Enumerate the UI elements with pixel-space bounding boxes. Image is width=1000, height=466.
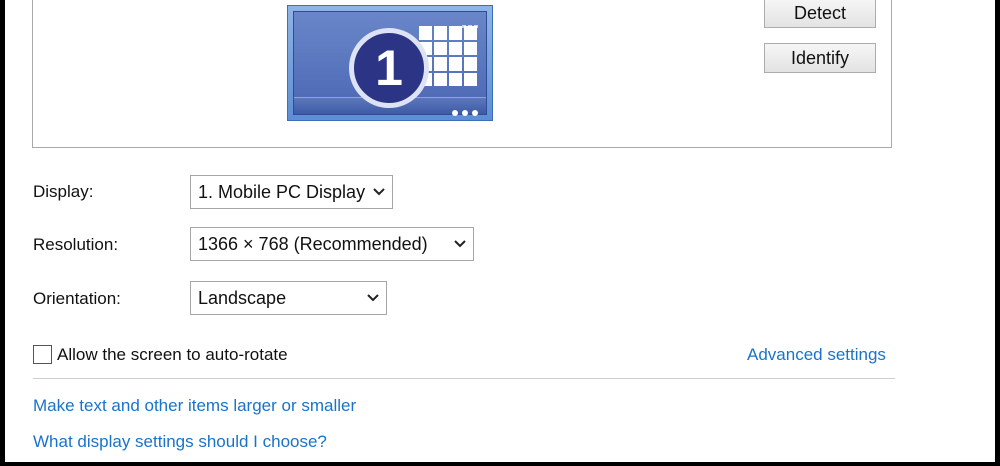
display-select[interactable]: 1. Mobile PC Display xyxy=(190,175,393,209)
display-settings-panel: 1 Detect Identify Display: 1. Mobile PC … xyxy=(5,0,995,462)
orientation-label: Orientation: xyxy=(33,289,121,308)
display-select-value: 1. Mobile PC Display xyxy=(198,182,366,202)
orientation-select[interactable]: Landscape xyxy=(190,281,387,315)
more-dots-icon xyxy=(448,103,478,121)
auto-rotate-label[interactable]: Allow the screen to auto-rotate xyxy=(57,345,288,365)
display-label: Display: xyxy=(33,182,94,201)
advanced-settings-link[interactable]: Advanced settings xyxy=(747,345,886,365)
chevron-down-icon xyxy=(373,188,385,196)
auto-rotate-checkbox[interactable] xyxy=(33,345,52,364)
resolution-select-value: 1366 × 768 (Recommended) xyxy=(198,234,428,254)
identify-button[interactable]: Identify xyxy=(764,43,876,73)
chevron-down-icon xyxy=(454,240,466,248)
monitor-number-badge: 1 xyxy=(349,28,429,108)
resolution-label: Resolution: xyxy=(33,235,119,254)
text-size-link[interactable]: Make text and other items larger or smal… xyxy=(33,396,356,416)
chevron-down-icon xyxy=(367,294,379,302)
detect-button[interactable]: Detect xyxy=(764,0,876,28)
display-help-link[interactable]: What display settings should I choose? xyxy=(33,432,327,452)
orientation-select-value: Landscape xyxy=(198,288,287,308)
divider xyxy=(33,378,895,379)
monitor-1-preview[interactable]: 1 xyxy=(287,5,493,121)
resolution-select[interactable]: 1366 × 768 (Recommended) xyxy=(190,227,474,261)
monitor-titlebar xyxy=(294,12,486,28)
